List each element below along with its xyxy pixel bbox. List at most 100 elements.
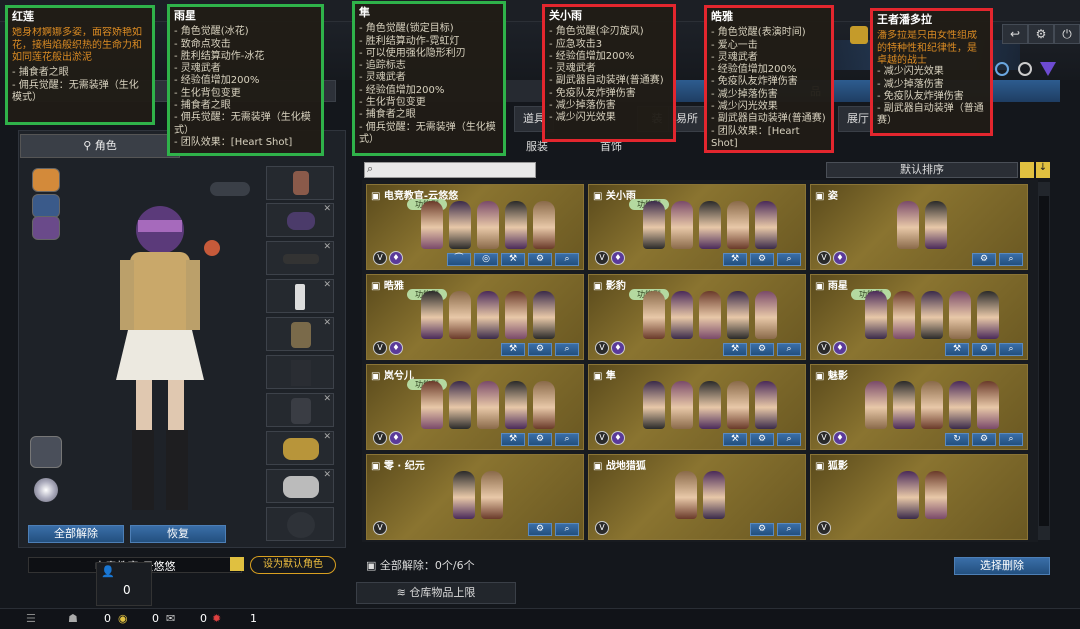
shield-icon[interactable] <box>32 194 60 218</box>
restore-button[interactable]: 恢复 <box>130 525 226 543</box>
hanger-icon[interactable]: ⏜ <box>447 253 471 266</box>
equip-slot-head[interactable] <box>266 166 334 200</box>
sort-direction-icon[interactable]: ↓ <box>1036 162 1050 178</box>
gear-icon[interactable]: ⚙ <box>528 253 552 266</box>
search-icon[interactable]: ⌕ <box>777 433 801 446</box>
star-icon[interactable] <box>1018 62 1032 76</box>
chat-icon[interactable]: ✉ <box>166 612 175 625</box>
search-icon[interactable]: ⌕ <box>999 253 1023 266</box>
tooltip-list-item: - 佣兵觉醒：无需装弹（生化模式） <box>359 121 496 145</box>
wrench-icon[interactable]: ⚒ <box>723 253 747 266</box>
gear-icon[interactable]: ⚙ <box>750 343 774 356</box>
tab-role[interactable]: ⚲ 角色 <box>20 134 180 158</box>
equip-slot-pet-gold[interactable]: ✕ <box>266 431 334 465</box>
character-card[interactable]: ▣ 魅影 V ♦ ↻ ⚙ ⌕ <box>810 364 1028 450</box>
character-card[interactable]: ▣ 狐影 V <box>810 454 1028 540</box>
power-button[interactable]: ⏻ <box>1054 24 1080 44</box>
list-view-icon[interactable] <box>1020 162 1034 178</box>
gear-icon[interactable]: ⚙ <box>750 523 774 536</box>
gear-icon[interactable]: ⚙ <box>972 343 996 356</box>
gear-icon[interactable]: ⚙ <box>528 343 552 356</box>
tooltip-list-item: - 经验值增加200% <box>711 64 797 76</box>
character-card[interactable]: ▣ 雨星功能型V♦⚒⚙⌕ <box>810 274 1028 360</box>
character-portrait <box>897 471 919 519</box>
warehouse-limit-button[interactable]: ≋ 仓库物品上限 <box>356 582 516 604</box>
gear-icon[interactable]: ⚙ <box>750 253 774 266</box>
settings-icon[interactable]: ⚒ <box>501 253 525 266</box>
grid-scrollbar[interactable] <box>1038 182 1050 540</box>
gear-icon[interactable]: ⚙ <box>750 433 774 446</box>
search-icon[interactable]: ⌕ <box>555 433 579 446</box>
sort-dropdown[interactable]: 默认排序 <box>826 162 1018 178</box>
character-card[interactable]: ▣ 隼 V ♦ ⚒ ⚙ ⌕ <box>588 364 806 450</box>
character-card[interactable]: ▣ 岚兮儿功能型V♦⚒⚙⌕ <box>366 364 584 450</box>
character-card[interactable]: ▣ 关小雨功能型V♦⚒⚙⌕ <box>588 184 806 270</box>
wrench-icon[interactable]: ⚒ <box>945 343 969 356</box>
search-icon[interactable]: ⌕ <box>999 343 1023 356</box>
wrench-icon[interactable]: ⚒ <box>723 433 747 446</box>
close-icon[interactable]: ✕ <box>323 318 331 328</box>
search-icon[interactable]: ⌕ <box>777 523 801 536</box>
equip-slot-vest[interactable] <box>266 355 334 389</box>
tooltip-sun: 隼 - 角色觉醒(锁定目标) - 胜利结算动作-霓虹灯 - 可以使用强化隐形利刃 - … <box>352 1 506 156</box>
status-value-1: 0 <box>104 612 111 625</box>
character-card[interactable]: ▣ 姿 V ♦ ⚙ ⌕ <box>810 184 1028 270</box>
gift-icon[interactable]: ✹ <box>212 612 221 625</box>
tab-showroom-label: 展厅 <box>847 112 869 125</box>
refresh-icon[interactable]: ↻ <box>945 433 969 446</box>
close-icon[interactable]: ✕ <box>323 432 331 442</box>
search-icon[interactable]: ⌕ <box>999 433 1023 446</box>
equip-slot-armor[interactable]: ✕ <box>266 393 334 427</box>
compass-icon[interactable]: ◎ <box>474 253 498 266</box>
character-figure[interactable] <box>80 190 240 520</box>
search-icon[interactable]: ⌕ <box>555 523 579 536</box>
wing-icon[interactable] <box>32 168 60 192</box>
status-value-2: 0 <box>152 612 159 625</box>
equip-slot-mask[interactable]: ✕ <box>266 203 334 237</box>
character-portrait <box>477 201 499 249</box>
close-icon[interactable]: ✕ <box>323 394 331 404</box>
character-card[interactable]: ▣ 零 · 纪元 V ⚙ ⌕ <box>366 454 584 540</box>
character-card[interactable]: ▣ 影豹功能型V♦⚒⚙⌕ <box>588 274 806 360</box>
character-card[interactable]: ▣ 晧雅功能型V♦⚒⚙⌕ <box>366 274 584 360</box>
people-icon[interactable]: ☗ <box>68 612 78 625</box>
list-icon[interactable] <box>230 557 244 571</box>
gem-icon: ♦ <box>389 341 403 355</box>
close-icon[interactable]: ✕ <box>323 242 331 252</box>
menu-icon[interactable]: ☰ <box>26 612 36 625</box>
scroll-thumb[interactable] <box>1039 196 1049 526</box>
character-portrait <box>533 381 555 429</box>
close-icon[interactable]: ✕ <box>323 280 331 290</box>
set-default-role-button[interactable]: 设为默认角色 <box>250 556 336 574</box>
blade-icon[interactable] <box>32 216 60 240</box>
search-icon[interactable]: ⌕ <box>555 253 579 266</box>
settings-button[interactable]: ⚙ <box>1028 24 1054 44</box>
gear-icon[interactable]: ⚙ <box>972 253 996 266</box>
character-card[interactable]: ▣ 战地猎狐 V ⚙ ⌕ <box>588 454 806 540</box>
wrench-icon[interactable]: ⚒ <box>723 343 747 356</box>
back-button[interactable]: ↩ <box>1002 24 1028 44</box>
close-icon[interactable]: ✕ <box>323 204 331 214</box>
disc-icon[interactable] <box>34 478 58 502</box>
equip-slot-backpack[interactable]: ✕ <box>266 317 334 351</box>
search-icon[interactable]: ⌕ <box>777 253 801 266</box>
gear-icon[interactable]: ⚙ <box>528 523 552 536</box>
wrench-icon[interactable]: ⚒ <box>501 433 525 446</box>
close-icon[interactable]: ✕ <box>323 470 331 480</box>
search-icon[interactable]: ⌕ <box>555 343 579 356</box>
unequip-all-button[interactable]: 全部解除 <box>28 525 124 543</box>
search-icon[interactable]: ⌕ <box>777 343 801 356</box>
equip-slot-empty[interactable] <box>266 507 334 541</box>
gear-icon[interactable]: ⚙ <box>528 433 552 446</box>
equip-slot-glasses[interactable]: ✕ <box>266 241 334 275</box>
hanger-icon[interactable] <box>30 436 62 468</box>
tab-role-label: 角色 <box>94 139 117 152</box>
gear-icon[interactable]: ⚙ <box>972 433 996 446</box>
search-input[interactable]: ⌕ <box>364 162 536 178</box>
select-delete-button[interactable]: 选择删除 <box>954 557 1050 575</box>
equip-slot-radio[interactable]: ✕ <box>266 279 334 313</box>
equip-slot-pet-silver[interactable]: ✕ <box>266 469 334 503</box>
character-card[interactable]: ▣ 电竞教官-云悠悠功能型V♦⏜◎⚒⚙⌕ <box>366 184 584 270</box>
circle-icon[interactable] <box>995 62 1009 76</box>
wrench-icon[interactable]: ⚒ <box>501 343 525 356</box>
